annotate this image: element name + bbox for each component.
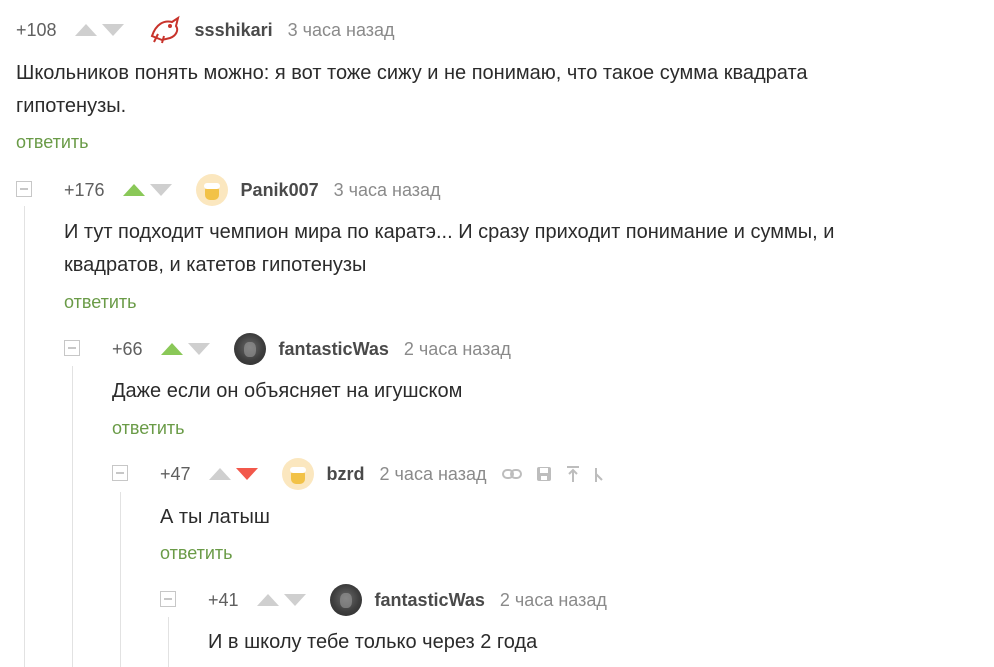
comment-header: +41 fantasticWas 2 часа назад [208, 584, 607, 616]
comment-time[interactable]: 3 часа назад [288, 20, 395, 41]
reply-link[interactable]: ответить [112, 418, 185, 439]
downvote-icon[interactable] [149, 184, 172, 196]
comment-header: +47 bzrd 2 часа назад [160, 458, 604, 490]
comment-username[interactable]: Panik007 [241, 180, 319, 201]
photo-avatar-icon[interactable] [329, 584, 362, 616]
downvote-icon[interactable] [235, 468, 258, 480]
comment-text-line: Школьников понять можно: я вот тоже сижу… [16, 62, 808, 84]
comment-rating: +108 [16, 19, 57, 40]
comment-text-line: И тут подходит чемпион мира по каратэ...… [64, 221, 835, 243]
collapse-thread-button[interactable] [112, 465, 128, 481]
comment-header: +176 Panik007 3 часа назад [64, 174, 441, 206]
comment-rating: +47 [160, 463, 191, 484]
collapse-thread-button[interactable] [160, 591, 176, 607]
thread-line [168, 617, 169, 667]
comment-text-line: Даже если он объясняет на игушском [112, 380, 463, 402]
comment-username[interactable]: fantasticWas [375, 590, 485, 611]
photo-avatar-icon[interactable] [233, 333, 266, 365]
more-icon[interactable] [594, 465, 604, 483]
upvote-icon[interactable] [208, 468, 231, 480]
downvote-icon[interactable] [187, 343, 210, 355]
comment-text-line: И в школу тебе только через 2 года [208, 631, 538, 653]
comment-text-line: гипотенузы. [16, 95, 127, 117]
comment-username[interactable]: ssshikari [195, 20, 273, 41]
downvote-icon[interactable] [101, 24, 124, 36]
reply-link[interactable]: ответить [16, 132, 89, 153]
comment-text: А ты латыш [160, 501, 270, 534]
thread-line [120, 492, 121, 667]
upvote-icon[interactable] [74, 24, 97, 36]
comment-header: +108 ssshikari 3 часа назад [16, 15, 395, 44]
comment-text: И тут подходит чемпион мира по каратэ...… [64, 216, 834, 282]
comment-username[interactable]: fantasticWas [279, 339, 389, 360]
comment-time[interactable]: 3 часа назад [334, 180, 441, 201]
upvote-icon[interactable] [256, 594, 279, 606]
reply-link[interactable]: ответить [64, 292, 137, 313]
scroll-up-icon[interactable] [566, 465, 580, 483]
comment-text: Даже если он объясняет на игушском [112, 375, 462, 408]
thread-line [24, 206, 25, 667]
comment-time[interactable]: 2 часа назад [500, 590, 607, 611]
thread-line [72, 366, 73, 667]
comment-text-line: А ты латыш [160, 506, 270, 528]
comment-time[interactable]: 2 часа назад [404, 339, 511, 360]
link-icon[interactable] [502, 467, 523, 481]
collapse-thread-button[interactable] [16, 181, 32, 197]
upvote-icon[interactable] [122, 184, 145, 196]
downvote-icon[interactable] [283, 594, 306, 606]
upvote-icon[interactable] [160, 343, 183, 355]
collapse-thread-button[interactable] [64, 340, 80, 356]
reply-link[interactable]: ответить [160, 543, 233, 564]
comment-text-line: квадратов, и катетов гипотенузы [64, 254, 367, 276]
comment-rating: +41 [208, 589, 239, 610]
comment-username[interactable]: bzrd [327, 464, 365, 485]
comment-rating: +66 [112, 338, 143, 359]
red-bird-avatar-icon[interactable] [148, 14, 182, 46]
comment-rating: +176 [64, 179, 105, 200]
comment-time[interactable]: 2 часа назад [380, 464, 487, 485]
beer-mug-avatar-icon[interactable] [195, 174, 228, 206]
beer-mug-avatar-icon[interactable] [281, 458, 314, 490]
comment-header: +66 fantasticWas 2 часа назад [112, 333, 511, 365]
comment-text: И в школу тебе только через 2 года [208, 626, 537, 659]
comment-text: Школьников понять можно: я вот тоже сижу… [16, 57, 808, 123]
save-icon[interactable] [536, 466, 552, 482]
